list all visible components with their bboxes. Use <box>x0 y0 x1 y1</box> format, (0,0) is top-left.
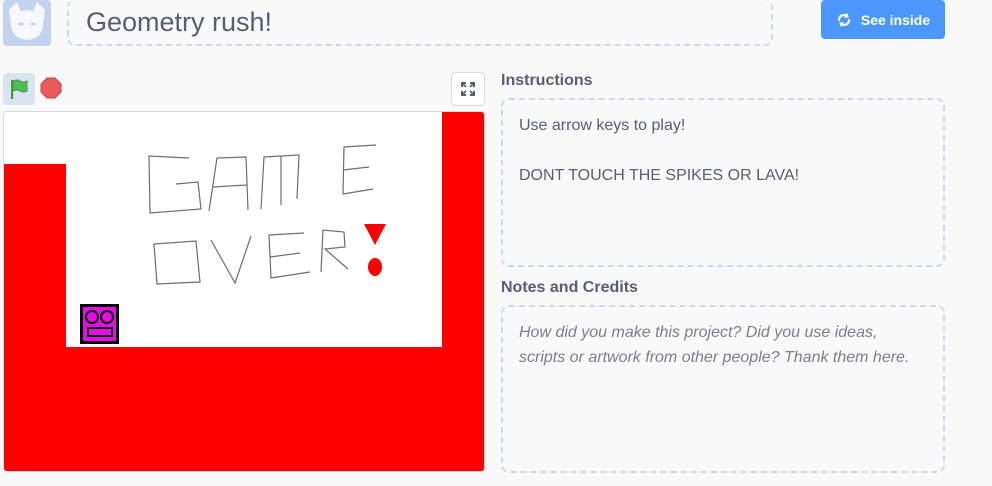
green-flag-icon <box>11 79 28 99</box>
notes-heading: Notes and Credits <box>501 279 638 296</box>
project-stage[interactable] <box>3 111 485 472</box>
stop-icon <box>40 77 62 99</box>
scratch-cat-avatar-icon <box>3 0 51 46</box>
fullscreen-icon <box>461 82 475 96</box>
see-inside-label: See inside <box>860 11 931 28</box>
player-cube <box>80 304 119 344</box>
see-inside-icon <box>837 12 850 27</box>
instructions-heading: Instructions <box>501 72 593 89</box>
green-flag-button[interactable] <box>3 73 35 105</box>
project-title-input[interactable]: Geometry rush! <box>67 0 773 46</box>
lava-floor <box>4 347 484 471</box>
fullscreen-button[interactable] <box>451 72 485 106</box>
see-inside-button[interactable]: See inside <box>821 0 945 39</box>
notes-textbox[interactable]: How did you make this project? Did you u… <box>501 305 945 473</box>
avatar[interactable] <box>3 0 51 46</box>
instructions-textbox[interactable]: Use arrow keys to play! DONT TOUCH THE S… <box>501 98 945 267</box>
stage-canvas[interactable] <box>4 112 485 472</box>
stop-button[interactable] <box>39 76 63 100</box>
